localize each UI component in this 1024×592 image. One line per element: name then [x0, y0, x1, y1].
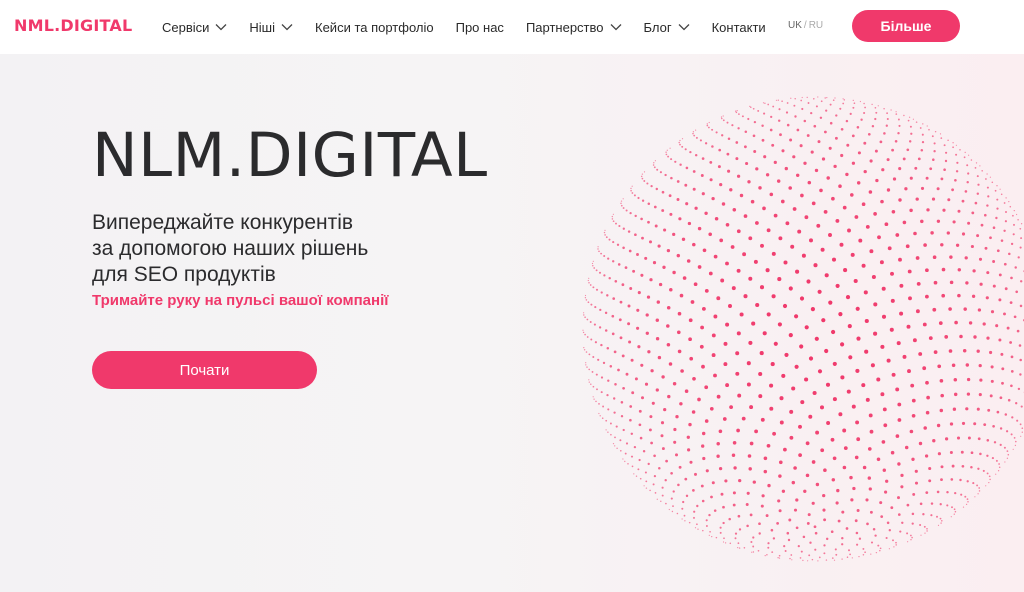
hero-title: NLM.DIGITAL: [92, 120, 488, 191]
nav-item-services[interactable]: Сервіси: [162, 20, 227, 35]
chevron-down-icon: [215, 24, 227, 31]
nav-item-about[interactable]: Про нас: [456, 20, 504, 35]
subtitle-line: Випереджайте конкурентів: [92, 211, 354, 234]
site-header: NML.DIGITAL Сервіси Ніші Кейси та портфо…: [0, 0, 1024, 54]
lang-ru[interactable]: RU: [809, 20, 823, 31]
nav-item-partnership[interactable]: Партнерство: [526, 20, 622, 35]
chevron-down-icon: [610, 24, 621, 31]
nav-item-label: Кейси та портфоліо: [315, 19, 434, 35]
dotted-sphere: [582, 96, 1024, 562]
nav-item-label: Ніші: [249, 19, 275, 35]
main-nav: Сервіси Ніші Кейси та портфоліо Про нас …: [162, 0, 788, 54]
subtitle-line: за допомогою наших рішень: [92, 237, 369, 260]
chevron-down-icon: [678, 24, 690, 31]
lang-separator: /: [803, 20, 807, 31]
nav-item-label: Сервіси: [162, 19, 210, 35]
start-button[interactable]: Почати: [92, 351, 317, 389]
hero-section: NLM.DIGITAL Випереджайте конкурентів за …: [0, 54, 1024, 592]
nav-item-blog[interactable]: Блог: [644, 20, 690, 35]
lang-uk[interactable]: UK: [788, 20, 802, 31]
nav-item-label: Партнерство: [525, 19, 604, 35]
nav-item-label: Про нас: [455, 19, 504, 35]
subtitle-line: для SEO продуктів: [92, 263, 276, 286]
hero-subtitle: Випереджайте конкурентів за допомогою на…: [92, 210, 512, 288]
logo[interactable]: NML.DIGITAL: [14, 16, 132, 35]
nav-item-niches[interactable]: Ніші: [249, 20, 293, 35]
more-button[interactable]: Більше: [852, 10, 960, 42]
nav-item-cases[interactable]: Кейси та портфоліо: [315, 20, 434, 35]
language-switcher: UK / RU: [788, 20, 823, 31]
nav-item-contacts[interactable]: Контакти: [712, 20, 766, 35]
chevron-down-icon: [281, 24, 293, 31]
nav-item-label: Блог: [643, 19, 672, 35]
hero-tagline: Тримайте руку на пульсі вашої компанії: [92, 292, 389, 309]
nav-item-label: Контакти: [711, 19, 766, 35]
